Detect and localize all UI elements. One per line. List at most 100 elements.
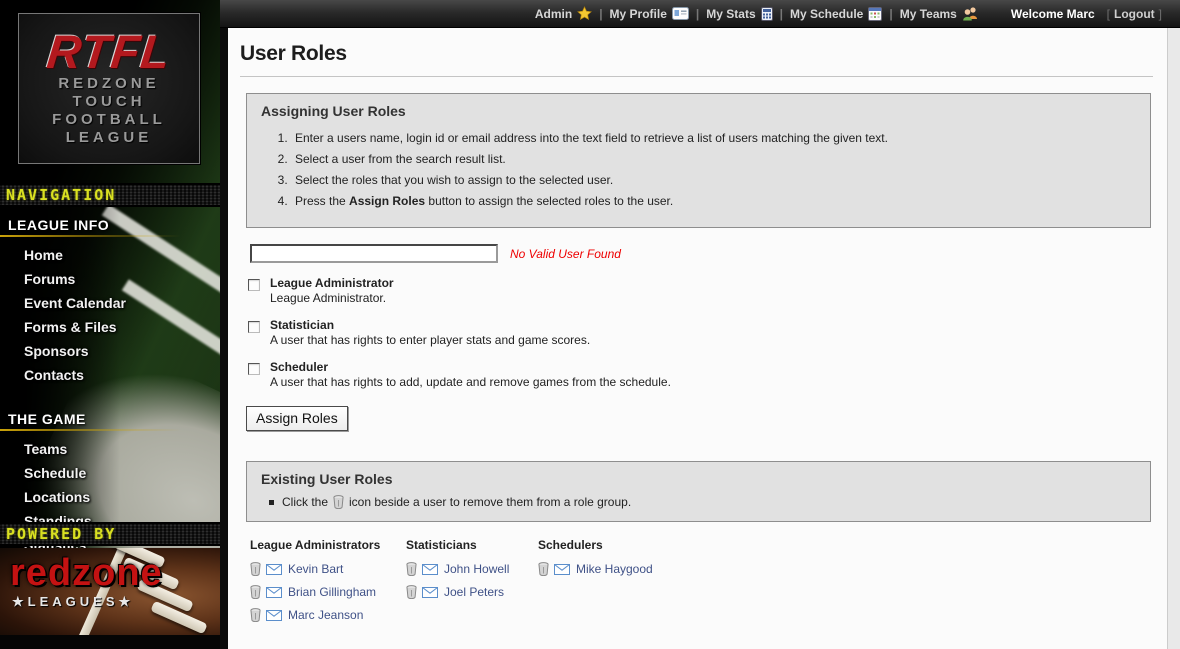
group-statisticians: Statisticians John Howell Joel Peters [406,538,538,631]
sidebar-item-sponsors[interactable]: Sponsors [0,339,220,363]
sidebar-item-event-calendar[interactable]: Event Calendar [0,291,220,315]
role-name: Statistician [270,318,590,332]
remove-user-trash-icon[interactable] [406,562,417,576]
sidebar-item-locations[interactable]: Locations [0,485,220,509]
role-row-statistician: Statistician A user that has rights to e… [248,318,1153,347]
topbar-item-my-schedule[interactable]: My Schedule [786,7,886,21]
sidebar-nav: LEAGUE INFO Home Forums Event Calendar F… [0,207,220,557]
scheduler-checkbox[interactable] [248,363,260,375]
remove-user-trash-icon[interactable] [250,585,261,599]
title-divider [240,76,1153,77]
redzone-leagues-logo: redzone ★LEAGUES★ [0,548,220,635]
topbar-separator: | [886,7,895,21]
topbar-my-teams-label: My Teams [900,7,957,21]
sidebar-item-home[interactable]: Home [0,243,220,267]
email-user-icon[interactable] [266,587,282,598]
email-user-icon[interactable] [422,564,438,575]
step-item: Select the roles that you wish to assign… [291,173,1136,187]
existing-user-roles-box: Existing User Roles Click the icon besid… [246,461,1151,522]
topbar-my-profile-label: My Profile [610,7,667,21]
topbar: Admin | My Profile | My Stats | My Sched… [220,0,1180,28]
star-icon [577,6,592,21]
email-user-icon[interactable] [422,587,438,598]
user-name-link[interactable]: Kevin Bart [288,562,343,576]
section-underline [0,429,190,431]
email-user-icon[interactable] [266,610,282,621]
sidebar-item-schedule[interactable]: Schedule [0,461,220,485]
role-name: Scheduler [270,360,671,374]
calculator-icon [761,7,773,21]
logout-bracket: [ [1103,7,1114,21]
sidebar: RTFL REDZONE TOUCH FOOTBALL LEAGUE NAVIG… [0,0,220,649]
page-title: User Roles [240,42,1153,66]
email-user-icon[interactable] [266,564,282,575]
user-name-link[interactable]: Brian Gillingham [288,585,376,599]
user-row: John Howell [406,562,538,576]
rtfl-logo-line: TOUCH [19,93,199,111]
league-administrator-checkbox[interactable] [248,279,260,291]
remove-user-trash-icon[interactable] [406,585,417,599]
topbar-item-my-profile[interactable]: My Profile [606,7,693,21]
remove-user-trash-icon[interactable] [538,562,549,576]
rtfl-logo: RTFL REDZONE TOUCH FOOTBALL LEAGUE [18,13,200,164]
welcome-message: Welcome Marc [1011,7,1095,21]
assigning-steps-list: Enter a users name, login id or email ad… [291,131,1136,208]
user-name-link[interactable]: John Howell [444,562,509,576]
existing-note: Click the icon beside a user to remove t… [269,495,1136,509]
user-search-row: No Valid User Found [250,244,1153,263]
remove-user-trash-icon[interactable] [250,562,261,576]
sidebar-item-contacts[interactable]: Contacts [0,363,220,387]
sidebar-content-divider [220,0,228,649]
rtfl-logo-acronym: RTFL [17,28,202,75]
role-description: League Administrator. [270,291,394,305]
powered-by-band: POWERED BY [0,522,220,546]
sidebar-item-forms-files[interactable]: Forms & Files [0,315,220,339]
role-row-league-administrator: League Administrator League Administrato… [248,276,1153,305]
existing-box-heading: Existing User Roles [261,471,1136,487]
vcard-icon [672,7,689,20]
section-underline [0,235,190,237]
topbar-separator: | [777,7,786,21]
statistician-checkbox[interactable] [248,321,260,333]
assign-roles-button[interactable]: Assign Roles [246,406,348,431]
bullet-square [269,500,274,505]
search-error-message: No Valid User Found [510,247,621,261]
user-row: Marc Jeanson [250,608,406,622]
topbar-my-stats-label: My Stats [706,7,755,21]
main-content: User Roles Assigning User Roles Enter a … [228,28,1168,649]
sidebar-item-teams[interactable]: Teams [0,437,220,461]
redzone-wordmark: redzone [10,554,163,592]
topbar-item-my-stats[interactable]: My Stats [702,7,776,21]
remove-user-trash-icon[interactable] [250,608,261,622]
step-item: Press the Assign Roles button to assign … [291,194,1136,208]
powered-by-label: POWERED BY [6,525,116,543]
user-row: Kevin Bart [250,562,406,576]
assigning-box-heading: Assigning User Roles [261,103,1136,119]
leagues-wordmark: ★LEAGUES★ [12,594,134,610]
section-title-the-game: THE GAME [0,401,220,429]
topbar-admin-label: Admin [535,7,572,21]
topbar-item-admin[interactable]: Admin [531,6,596,21]
user-name-link[interactable]: Marc Jeanson [288,608,363,622]
navigation-band-label: NAVIGATION [6,186,116,204]
topbar-item-my-teams[interactable]: My Teams [896,6,983,21]
topbar-my-schedule-label: My Schedule [790,7,863,21]
sidebar-bottom-strip [0,635,220,649]
group-league-administrators: League Administrators Kevin Bart Brian G… [250,538,406,631]
rtfl-logo-line: LEAGUE [19,129,199,147]
logout-button[interactable]: Logout [1114,7,1155,21]
topbar-separator: | [693,7,702,21]
sidebar-item-forums[interactable]: Forums [0,267,220,291]
step-item: Enter a users name, login id or email ad… [291,131,1136,145]
step-item: Select a user from the search result lis… [291,152,1136,166]
group-schedulers: Schedulers Mike Haygood [538,538,653,631]
user-row: Joel Peters [406,585,538,599]
topbar-separator: | [596,7,605,21]
user-name-link[interactable]: Mike Haygood [576,562,653,576]
user-row: Brian Gillingham [250,585,406,599]
email-user-icon[interactable] [554,564,570,575]
user-name-link[interactable]: Joel Peters [444,585,504,599]
user-search-input[interactable] [250,244,498,263]
assigning-user-roles-box: Assigning User Roles Enter a users name,… [246,93,1151,228]
group-title: Statisticians [406,538,538,552]
